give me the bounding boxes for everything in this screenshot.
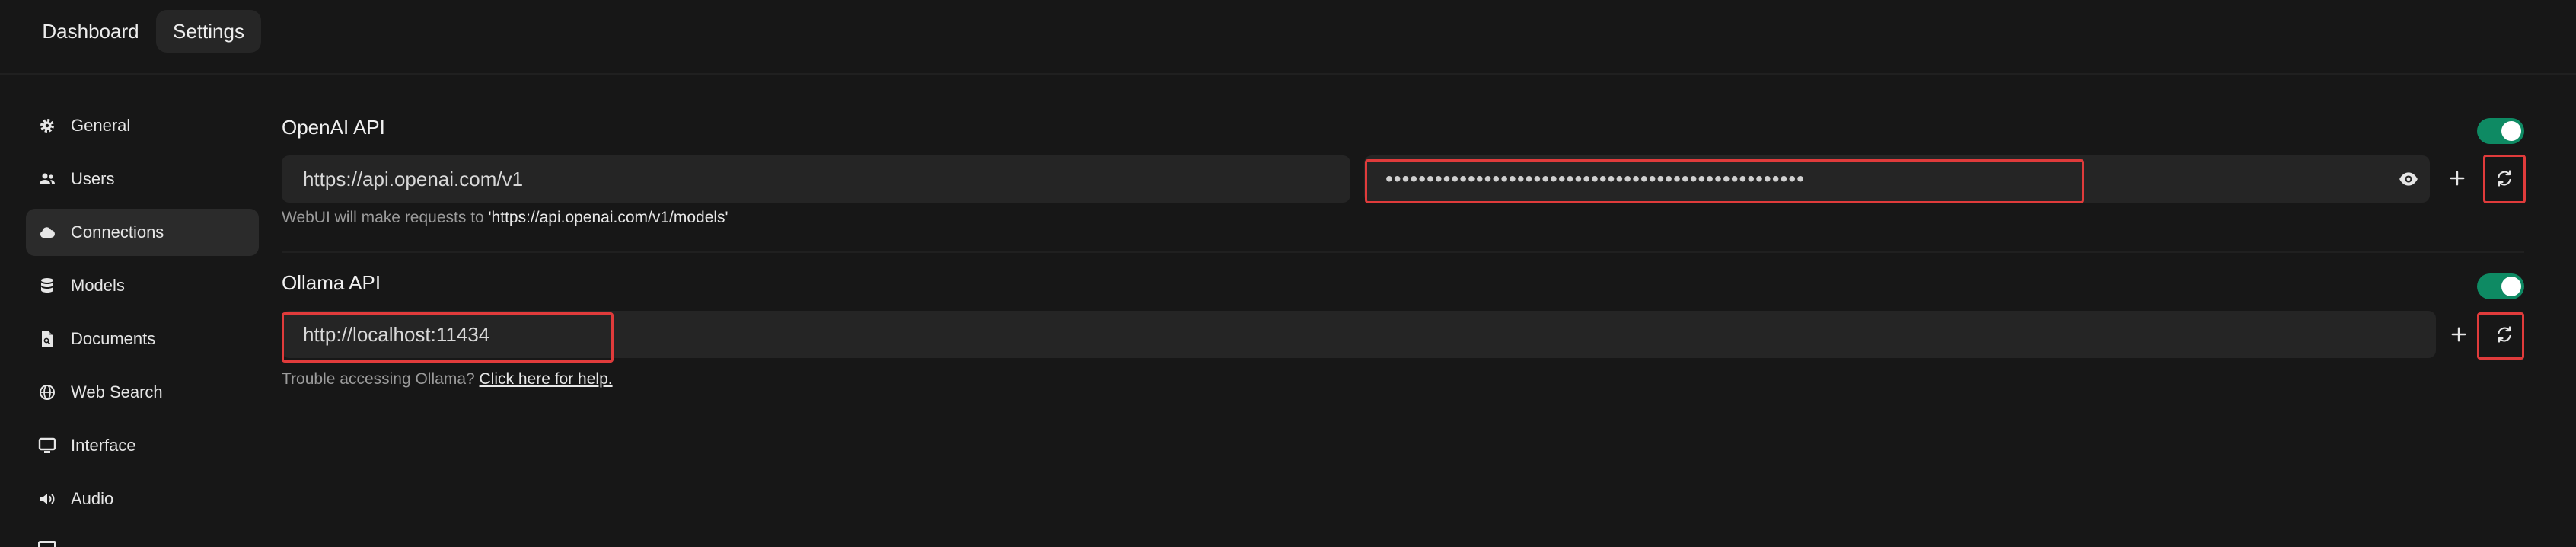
ollama-api-toggle[interactable] bbox=[2477, 274, 2524, 299]
toggle-knob bbox=[2501, 121, 2521, 141]
refresh-ollama-highlight bbox=[2477, 312, 2524, 360]
sidebar-item-label: Users bbox=[71, 169, 115, 188]
tab-settings[interactable]: Settings bbox=[156, 10, 261, 53]
plus-icon bbox=[2450, 171, 2465, 186]
toggle-knob bbox=[2501, 277, 2521, 296]
globe-icon bbox=[40, 385, 55, 400]
ollama-help-link[interactable]: Click here for help. bbox=[480, 370, 613, 388]
sidebar-item-partial-icon bbox=[38, 541, 56, 547]
sidebar-item-models[interactable]: Models bbox=[26, 262, 259, 309]
plus-icon bbox=[2451, 327, 2466, 342]
openai-hint-url: 'https://api.openai.com/v1/models' bbox=[488, 209, 728, 226]
sidebar-item-web-search[interactable]: Web Search bbox=[26, 369, 259, 416]
monitor-icon bbox=[38, 437, 56, 453]
section-divider bbox=[282, 251, 2524, 253]
add-openai-connection-button[interactable] bbox=[2442, 163, 2472, 194]
eye-icon bbox=[2399, 172, 2418, 186]
cloud-icon bbox=[40, 227, 55, 238]
add-ollama-connection-button[interactable] bbox=[2444, 319, 2474, 350]
sidebar-item-users[interactable]: Users bbox=[26, 155, 259, 203]
openai-api-title: OpenAI API bbox=[282, 116, 385, 139]
ollama-url-highlight bbox=[282, 312, 614, 363]
gear-icon bbox=[40, 119, 54, 133]
openai-hint: WebUI will make requests to 'https://api… bbox=[282, 209, 728, 227]
sidebar-item-label: Models bbox=[71, 276, 125, 295]
sidebar-item-label: Audio bbox=[71, 489, 114, 508]
sidebar-item-label: General bbox=[71, 116, 131, 135]
database-icon bbox=[41, 278, 53, 293]
sidebar-item-label: Interface bbox=[71, 436, 136, 455]
sidebar-item-label: Connections bbox=[71, 222, 164, 242]
sidebar-item-audio[interactable]: Audio bbox=[26, 475, 259, 523]
show-key-button[interactable] bbox=[2393, 164, 2424, 194]
ollama-hint-prefix: Trouble accessing Ollama? bbox=[282, 370, 480, 388]
document-icon bbox=[42, 331, 53, 347]
sidebar-item-interface[interactable]: Interface bbox=[26, 422, 259, 469]
sidebar-item-label: Documents bbox=[71, 329, 156, 348]
openai-hint-prefix: WebUI will make requests to bbox=[282, 209, 489, 226]
sidebar-item-general[interactable]: General bbox=[26, 102, 259, 149]
sidebar-item-documents[interactable]: Documents bbox=[26, 315, 259, 363]
sidebar-item-label: Web Search bbox=[71, 382, 163, 401]
ollama-hint: Trouble accessing Ollama? Click here for… bbox=[282, 370, 613, 389]
refresh-openai-highlight bbox=[2483, 155, 2526, 203]
sidebar-item-connections[interactable]: Connections bbox=[26, 209, 259, 256]
tab-dashboard[interactable]: Dashboard bbox=[29, 10, 152, 53]
openai-api-toggle[interactable] bbox=[2477, 118, 2524, 144]
openai-key-highlight bbox=[1365, 159, 2084, 203]
ollama-api-title: Ollama API bbox=[282, 271, 381, 294]
top-nav: Dashboard Settings bbox=[0, 0, 2576, 75]
speaker-icon bbox=[40, 494, 55, 504]
openai-url-value: https://api.openai.com/v1 bbox=[303, 168, 524, 190]
users-icon bbox=[40, 173, 55, 184]
openai-url-field[interactable]: https://api.openai.com/v1 bbox=[282, 155, 1350, 203]
